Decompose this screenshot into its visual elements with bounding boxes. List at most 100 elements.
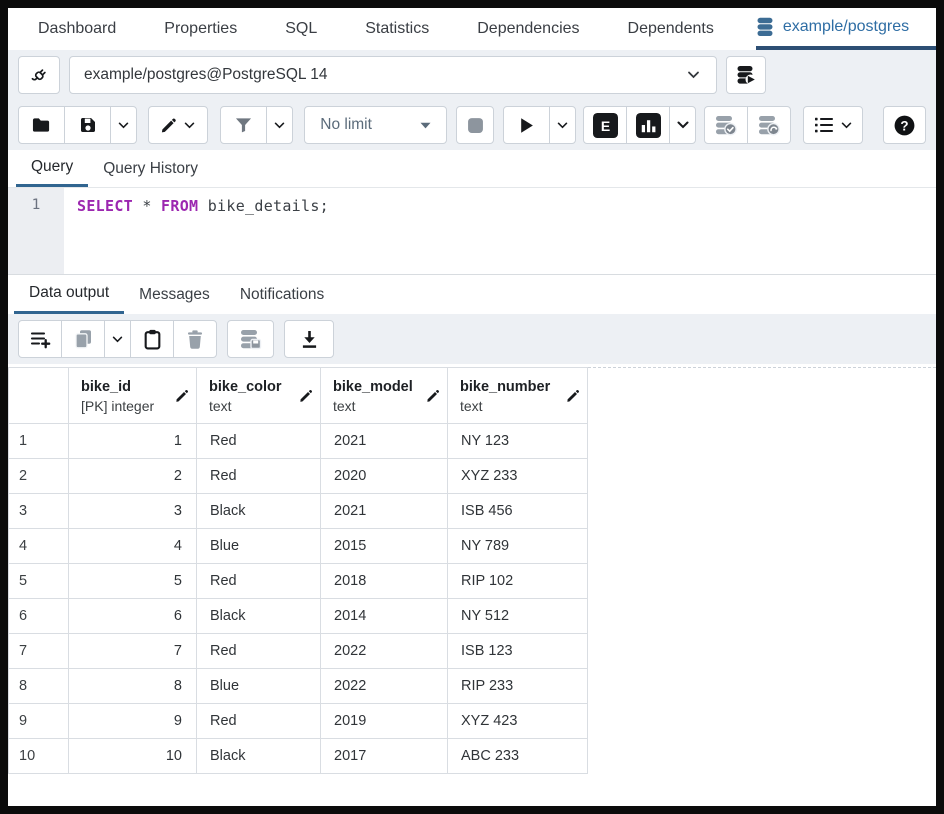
database-icon [756, 17, 774, 37]
cell-bike_id[interactable]: 2 [69, 459, 197, 494]
cell-bike_number[interactable]: XYZ 233 [448, 459, 588, 494]
row-number[interactable]: 3 [9, 494, 69, 529]
edit-menu-button[interactable] [148, 106, 208, 144]
cell-bike_model[interactable]: 2015 [321, 529, 448, 564]
row-number[interactable]: 2 [9, 459, 69, 494]
cell-bike_model[interactable]: 2022 [321, 669, 448, 704]
new-connection-button[interactable] [726, 56, 766, 94]
cell-bike_model[interactable]: 2021 [321, 424, 448, 459]
cell-bike_color[interactable]: Blue [197, 669, 321, 704]
cell-bike_color[interactable]: Red [197, 704, 321, 739]
cell-bike_number[interactable]: ABC 233 [448, 739, 588, 774]
cell-bike_id[interactable]: 9 [69, 704, 197, 739]
connection-select[interactable]: example/postgres@PostgreSQL 14 [69, 56, 717, 94]
execute-options-button[interactable] [549, 106, 576, 144]
cell-bike_number[interactable]: ISB 123 [448, 634, 588, 669]
help-button[interactable]: ? [883, 106, 926, 144]
sql-keyword: FROM [161, 197, 198, 215]
cell-bike_number[interactable]: RIP 102 [448, 564, 588, 599]
cell-bike_id[interactable]: 3 [69, 494, 197, 529]
cell-bike_model[interactable]: 2020 [321, 459, 448, 494]
cell-bike_color[interactable]: Black [197, 599, 321, 634]
cell-bike_id[interactable]: 7 [69, 634, 197, 669]
cell-bike_number[interactable]: NY 123 [448, 424, 588, 459]
cell-bike_id[interactable]: 5 [69, 564, 197, 599]
explain-analyze-button[interactable] [626, 106, 670, 144]
row-number[interactable]: 6 [9, 599, 69, 634]
row-number[interactable]: 4 [9, 529, 69, 564]
tab-sql[interactable]: SQL [285, 8, 317, 50]
explain-icon: E [593, 113, 618, 138]
cell-bike_model[interactable]: 2017 [321, 739, 448, 774]
copy-options-button[interactable] [104, 320, 131, 358]
editor-gutter: 1 [8, 188, 64, 274]
filter-options-button[interactable] [266, 106, 293, 144]
cell-bike_number[interactable]: NY 512 [448, 599, 588, 634]
tab-dashboard[interactable]: Dashboard [38, 8, 116, 50]
results-table: bike_id[PK] integerbike_colortextbike_mo… [8, 367, 588, 774]
cell-bike_model[interactable]: 2022 [321, 634, 448, 669]
cell-bike_color[interactable]: Blue [197, 529, 321, 564]
download-results-button[interactable] [284, 320, 334, 358]
explain-options-button[interactable] [669, 106, 696, 144]
cell-bike_id[interactable]: 8 [69, 669, 197, 704]
column-header-bike_model[interactable]: bike_modeltext [321, 368, 448, 424]
filter-button[interactable] [220, 106, 267, 144]
cell-bike_color[interactable]: Red [197, 424, 321, 459]
cell-bike_model[interactable]: 2018 [321, 564, 448, 599]
column-type: text [333, 397, 421, 416]
cell-bike_color[interactable]: Black [197, 739, 321, 774]
row-number[interactable]: 7 [9, 634, 69, 669]
edit-column-icon [175, 389, 189, 403]
cell-bike_color[interactable]: Black [197, 494, 321, 529]
column-header-bike_id[interactable]: bike_id[PK] integer [69, 368, 197, 424]
tab-messages[interactable]: Messages [124, 275, 225, 314]
table-row: 55Red2018RIP 102 [9, 564, 588, 599]
row-number[interactable]: 10 [9, 739, 69, 774]
macros-button[interactable] [803, 106, 863, 144]
grid-select-all[interactable] [9, 368, 69, 424]
cell-bike_number[interactable]: XYZ 423 [448, 704, 588, 739]
tab-statistics[interactable]: Statistics [365, 8, 429, 50]
tab-query-tool-active[interactable]: example/postgres [756, 8, 936, 50]
results-toolbar [8, 314, 936, 364]
tab-dependents[interactable]: Dependents [628, 8, 714, 50]
tab-dependencies[interactable]: Dependencies [477, 8, 579, 50]
sql-code-area[interactable]: SELECT * FROM bike_details; [64, 188, 936, 274]
paste-button[interactable] [130, 320, 174, 358]
row-limit-select[interactable]: No limit [304, 106, 447, 144]
cell-bike_model[interactable]: 2014 [321, 599, 448, 634]
tab-query-history[interactable]: Query History [88, 150, 213, 187]
tab-notifications[interactable]: Notifications [225, 275, 339, 314]
cell-bike_number[interactable]: RIP 233 [448, 669, 588, 704]
save-file-button[interactable] [64, 106, 111, 144]
add-row-button[interactable] [18, 320, 62, 358]
cell-bike_number[interactable]: ISB 456 [448, 494, 588, 529]
open-file-button[interactable] [18, 106, 65, 144]
column-header-bike_number[interactable]: bike_numbertext [448, 368, 588, 424]
cell-bike_color[interactable]: Red [197, 564, 321, 599]
explain-button[interactable]: E [583, 106, 627, 144]
cell-bike_id[interactable]: 4 [69, 529, 197, 564]
row-number[interactable]: 8 [9, 669, 69, 704]
execute-button[interactable] [503, 106, 550, 144]
connection-status-button[interactable] [18, 56, 60, 94]
add-row-icon [30, 330, 51, 349]
save-options-button[interactable] [110, 106, 137, 144]
row-number[interactable]: 9 [9, 704, 69, 739]
cell-bike_model[interactable]: 2019 [321, 704, 448, 739]
tab-properties[interactable]: Properties [164, 8, 237, 50]
cell-bike_number[interactable]: NY 789 [448, 529, 588, 564]
cell-bike_model[interactable]: 2021 [321, 494, 448, 529]
cell-bike_id[interactable]: 10 [69, 739, 197, 774]
column-header-bike_color[interactable]: bike_colortext [197, 368, 321, 424]
cell-bike_color[interactable]: Red [197, 634, 321, 669]
cell-bike_id[interactable]: 6 [69, 599, 197, 634]
cell-bike_color[interactable]: Red [197, 459, 321, 494]
tab-query[interactable]: Query [16, 150, 88, 187]
row-number[interactable]: 1 [9, 424, 69, 459]
tab-data-output[interactable]: Data output [14, 275, 124, 314]
table-row: 99Red2019XYZ 423 [9, 704, 588, 739]
cell-bike_id[interactable]: 1 [69, 424, 197, 459]
row-number[interactable]: 5 [9, 564, 69, 599]
